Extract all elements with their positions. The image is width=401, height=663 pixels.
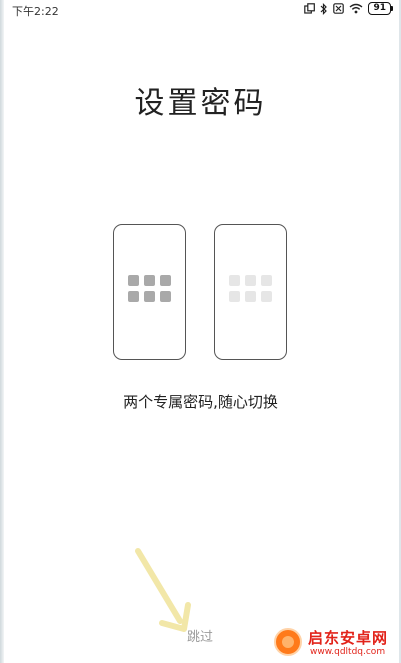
status-bar: 下午2:22 91 [0,0,401,22]
app-grid-active [128,275,171,302]
skip-button[interactable]: 跳过 [176,626,224,645]
phone-left-icon [113,224,186,360]
subtitle: 两个专属密码,随心切换 [123,393,278,411]
annotation-arrow-icon [135,548,191,632]
app-grid-inactive [229,275,272,302]
phone-right-icon [214,224,287,360]
bluetooth-icon [320,2,328,15]
battery-icon: 91 [368,2,393,15]
status-time: 下午2:22 [12,5,59,18]
watermark: 启东安卓网 www.qdltdq.com [270,622,401,663]
page-title: 设置密码 [134,86,267,121]
watermark-logo-icon [274,628,302,656]
dual-window-icon [304,3,316,14]
no-sim-icon [333,3,345,14]
watermark-title: 启东安卓网 [308,629,389,647]
status-icons: 91 [304,2,393,15]
wifi-icon [349,3,363,14]
watermark-url: www.qdltdq.com [310,647,386,657]
